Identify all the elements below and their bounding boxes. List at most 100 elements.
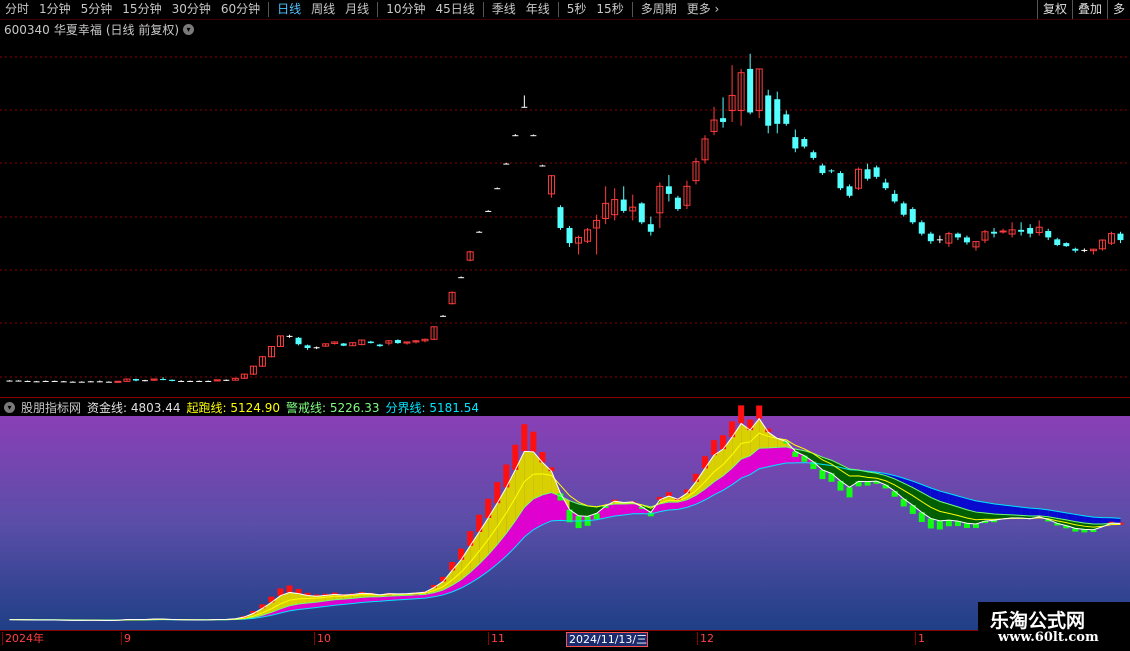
candle-body: [1072, 249, 1078, 251]
x-cursor-date: 2024/11/13/三: [566, 632, 648, 647]
band-warn-divide: [669, 502, 678, 510]
candle-body: [458, 277, 464, 278]
candle-body: [196, 381, 202, 382]
candle-body: [115, 381, 121, 382]
candle-body: [539, 165, 545, 166]
band-warn-divide: [1093, 517, 1102, 524]
start-line-value: 起跑线: 5124.90: [187, 399, 281, 416]
band-warn-divide: [1012, 506, 1021, 515]
momentum-bar: [711, 440, 717, 455]
band-warn-divide: [1030, 508, 1039, 516]
candle-body: [178, 381, 184, 382]
candle-body: [847, 186, 853, 195]
candle-body: [765, 95, 771, 125]
candle-body: [648, 224, 654, 232]
candle-body: [476, 232, 482, 233]
candle-body: [7, 381, 13, 382]
candle-body: [819, 165, 825, 173]
candle-body: [720, 118, 726, 122]
candle-body: [1027, 228, 1033, 234]
candle-body: [1063, 243, 1069, 246]
momentum-bar: [539, 452, 545, 462]
candle-body: [341, 343, 347, 345]
watermark-logo: 乐淘公式网 www.60lt.com: [978, 602, 1130, 650]
momentum-bar: [458, 549, 464, 560]
candle-body: [494, 188, 500, 189]
band-warn-divide: [1003, 505, 1012, 515]
momentum-bar: [865, 482, 871, 486]
momentum-bar: [666, 492, 672, 496]
momentum-bar: [268, 597, 274, 603]
candle-body: [774, 99, 780, 124]
x-axis: 2024年 9 10 11 2024/11/13/三 12 1: [0, 630, 1130, 651]
band-warn-divide: [542, 493, 551, 525]
candle-body: [25, 381, 31, 382]
chevron-down-icon[interactable]: ▾: [4, 402, 15, 413]
candle-body: [828, 170, 834, 171]
candle-body: [187, 381, 193, 382]
candle-body: [395, 340, 401, 343]
momentum-bar: [702, 456, 708, 468]
band-warn-divide: [994, 504, 1003, 515]
candle-body: [43, 381, 49, 382]
momentum-bar: [892, 491, 898, 497]
candle-body: [865, 169, 871, 178]
x-tick: 12: [697, 632, 714, 645]
indicator-name: 股朋指标网: [21, 399, 81, 416]
candle-body: [937, 239, 943, 240]
x-tick: 1: [915, 632, 925, 645]
momentum-bar: [521, 424, 527, 451]
band-fund-warn: [524, 451, 533, 507]
candle-body: [991, 232, 997, 234]
candle-body: [106, 382, 112, 383]
band-warn-divide: [759, 448, 768, 469]
candle-body: [377, 345, 383, 347]
candle-body: [314, 347, 320, 348]
candle-body: [34, 381, 40, 382]
band-warn-divide: [533, 495, 542, 530]
candle-body: [223, 380, 229, 381]
candle-body: [666, 186, 672, 194]
candle-body: [1054, 239, 1060, 245]
candle-body: [919, 222, 925, 233]
candle-body: [368, 342, 374, 344]
candle-body: [955, 234, 961, 238]
momentum-bar: [449, 562, 455, 571]
x-tick: 2024年: [2, 632, 44, 645]
band-warn-divide: [777, 447, 786, 465]
candle-body: [964, 237, 970, 242]
candle-body: [567, 228, 573, 243]
momentum-bar: [259, 604, 265, 608]
candle-body: [88, 381, 94, 382]
candle-body: [675, 198, 681, 209]
candle-body: [901, 203, 907, 214]
candle-body: [1081, 250, 1087, 251]
candle-body: [133, 379, 139, 381]
candle-body: [70, 382, 76, 383]
candle-body: [296, 338, 302, 344]
candle-body: [97, 381, 103, 382]
candle-body: [16, 381, 22, 382]
candle-body: [512, 135, 518, 136]
candle-body: [1117, 234, 1123, 240]
candle-body: [557, 207, 563, 228]
momentum-bar: [946, 520, 952, 526]
momentum-bar: [287, 585, 293, 592]
candle-body: [521, 107, 527, 108]
candle-body: [1000, 231, 1006, 232]
candle-body: [910, 209, 916, 222]
price-chart: [0, 0, 1130, 650]
candle-body: [837, 173, 843, 188]
band-warn-divide: [624, 504, 633, 515]
candle-body: [61, 381, 67, 382]
candle-body: [503, 164, 509, 165]
candle-body: [639, 203, 645, 222]
candle-body: [530, 135, 536, 136]
candle-body: [287, 336, 293, 337]
candle-body: [169, 380, 175, 381]
momentum-bar: [819, 470, 825, 479]
x-tick: 9: [121, 632, 131, 645]
warn-line-value: 警戒线: 5226.33: [286, 399, 380, 416]
candle-body: [621, 200, 627, 211]
indicator-legend: ▾ 股朋指标网 资金线: 4803.44 起跑线: 5124.90 警戒线: 5…: [0, 397, 1130, 416]
